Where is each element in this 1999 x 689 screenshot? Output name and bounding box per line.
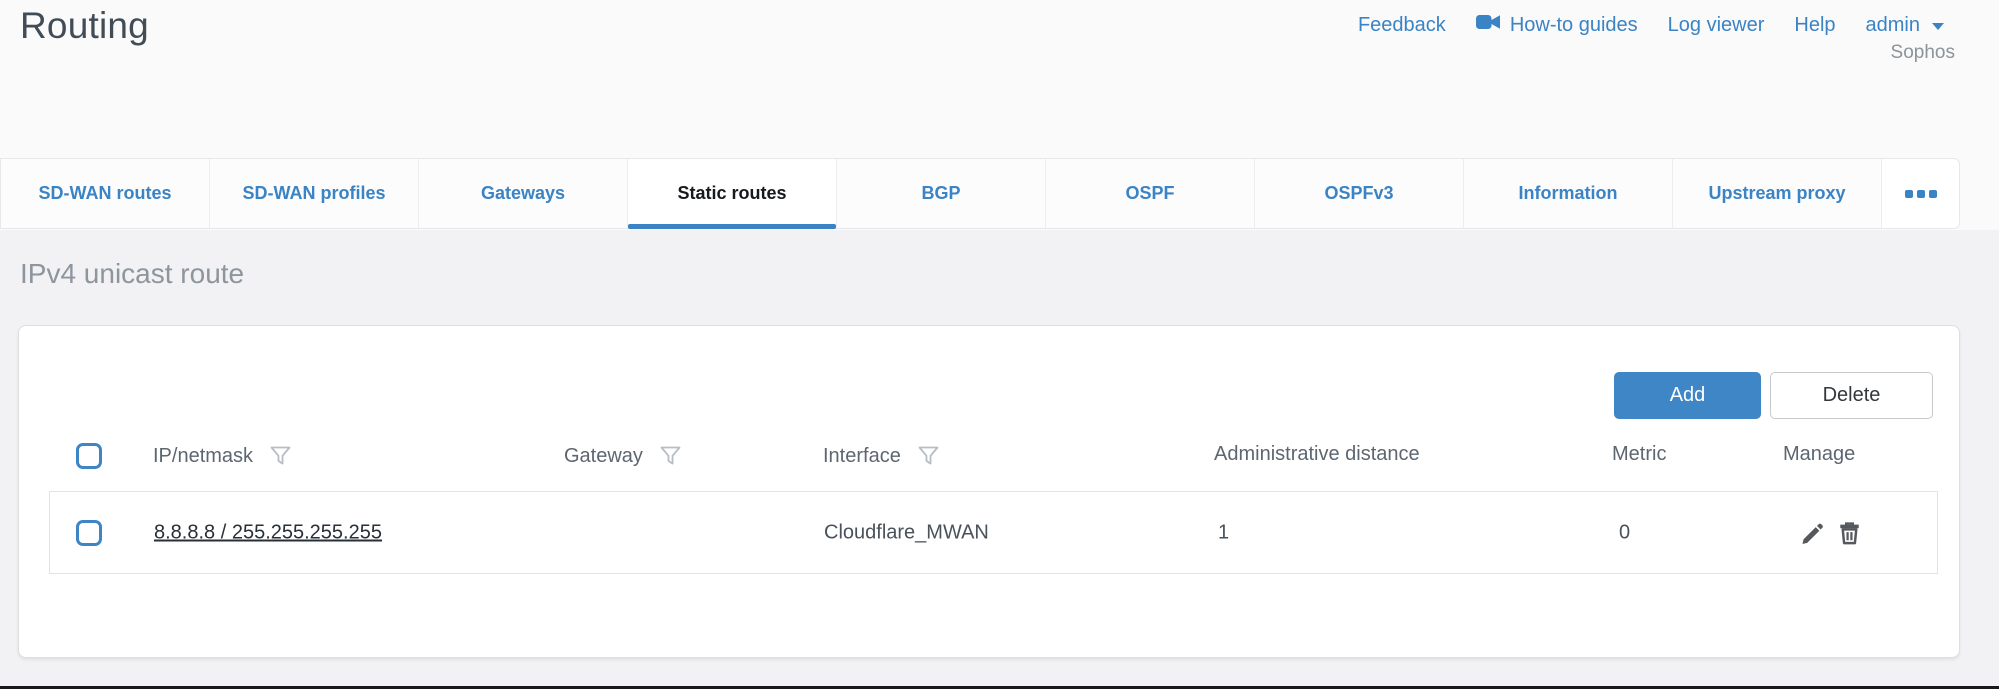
log-viewer-link[interactable]: Log viewer: [1668, 14, 1765, 37]
tab-ospfv3[interactable]: OSPFv3: [1255, 159, 1464, 228]
tab-ospf[interactable]: OSPF: [1046, 159, 1255, 228]
row-checkbox[interactable]: [76, 520, 102, 546]
header-links: Feedback How-to guides Log viewer Help a…: [1358, 13, 1945, 37]
feedback-link-label: Feedback: [1358, 14, 1446, 37]
column-header-label: Administrative distance: [1214, 443, 1420, 466]
help-link-label: Help: [1794, 14, 1835, 37]
tab-label: Gateways: [481, 183, 565, 204]
page-title: Routing: [20, 5, 149, 47]
add-button[interactable]: Add: [1614, 372, 1761, 419]
route-ip-netmask-link[interactable]: 8.8.8.8 / 255.255.255.255: [154, 521, 382, 544]
tab-sdwan-profiles[interactable]: SD-WAN profiles: [210, 159, 419, 228]
tab-upstream-proxy[interactable]: Upstream proxy: [1673, 159, 1882, 228]
tab-information[interactable]: Information: [1464, 159, 1673, 228]
edit-pencil-icon[interactable]: [1800, 519, 1827, 546]
tab-gateways[interactable]: Gateways: [419, 159, 628, 228]
more-horizontal-icon: [1905, 190, 1937, 198]
content-area: IPv4 unicast route Add Delete IP/netmask…: [0, 230, 1999, 686]
brand-label: Sophos: [1891, 42, 1955, 64]
column-header-gateway: Gateway: [564, 443, 684, 470]
column-header-label: Metric: [1612, 443, 1666, 466]
tab-label: Upstream proxy: [1708, 183, 1845, 204]
tab-static-routes[interactable]: Static routes: [628, 159, 837, 228]
how-to-guides-link-label: How-to guides: [1510, 14, 1638, 37]
tab-bar: SD-WAN routes SD-WAN profiles Gateways S…: [0, 158, 1960, 229]
tab-label: BGP: [921, 183, 960, 204]
tab-label: SD-WAN profiles: [242, 183, 385, 204]
filter-icon[interactable]: [267, 443, 294, 470]
column-header-ip-netmask: IP/netmask: [153, 443, 294, 470]
tab-bgp[interactable]: BGP: [837, 159, 1046, 228]
admin-user-menu-label: admin: [1866, 14, 1920, 37]
column-header-interface: Interface: [823, 443, 942, 470]
more-tabs-button[interactable]: [1882, 159, 1959, 228]
tab-label: SD-WAN routes: [38, 183, 171, 204]
video-camera-icon: [1476, 13, 1501, 37]
select-all-checkbox[interactable]: [76, 443, 102, 469]
route-metric-value: 0: [1619, 521, 1630, 544]
routes-table-card: Add Delete IP/netmask Gateway Interface …: [18, 325, 1960, 658]
column-header-manage: Manage: [1783, 443, 1855, 466]
tab-sdwan-routes[interactable]: SD-WAN routes: [1, 159, 210, 228]
route-administrative-distance-value: 1: [1218, 521, 1229, 544]
admin-user-menu[interactable]: admin: [1866, 14, 1945, 37]
tab-label: Information: [1519, 183, 1618, 204]
filter-icon[interactable]: [657, 443, 684, 470]
log-viewer-link-label: Log viewer: [1668, 14, 1765, 37]
column-header-label: Interface: [823, 445, 901, 468]
how-to-guides-link[interactable]: How-to guides: [1476, 13, 1638, 37]
column-header-administrative-distance: Administrative distance: [1214, 443, 1420, 466]
table-row: 8.8.8.8 / 255.255.255.255 Cloudflare_MWA…: [49, 491, 1938, 574]
column-header-label: Gateway: [564, 445, 643, 468]
row-manage-actions: [1800, 519, 1863, 546]
tab-label: OSPFv3: [1324, 183, 1393, 204]
column-header-label: IP/netmask: [153, 445, 253, 468]
tab-label: Static routes: [677, 183, 786, 204]
delete-button[interactable]: Delete: [1770, 372, 1933, 419]
help-link[interactable]: Help: [1794, 14, 1835, 37]
column-header-label: Manage: [1783, 443, 1855, 466]
column-header-metric: Metric: [1612, 443, 1666, 466]
section-title: IPv4 unicast route: [20, 258, 244, 290]
feedback-link[interactable]: Feedback: [1358, 14, 1446, 37]
caret-down-icon: [1931, 14, 1945, 37]
route-interface-value: Cloudflare_MWAN: [824, 521, 989, 544]
tab-label: OSPF: [1125, 183, 1174, 204]
top-header: Routing Feedback How-to guides Log viewe…: [0, 0, 1999, 158]
filter-icon[interactable]: [915, 443, 942, 470]
delete-trash-icon[interactable]: [1836, 519, 1863, 546]
